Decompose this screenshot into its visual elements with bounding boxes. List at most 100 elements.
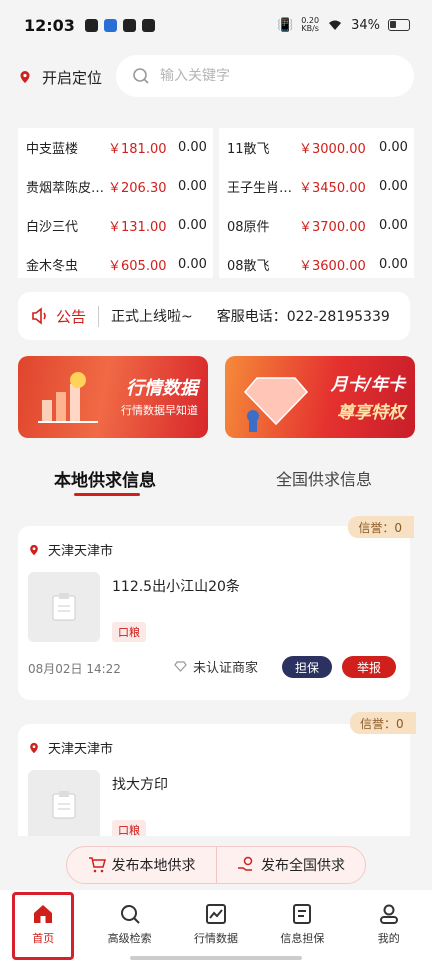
price-name: 11散飞 [227, 142, 270, 157]
top-row: 开启定位 [0, 55, 432, 99]
customer-service-phone[interactable]: 客服电话：022-28195339 [217, 306, 390, 326]
location-pin-icon [30, 742, 38, 753]
price-value: ￥131.00 [108, 220, 167, 235]
home-icon [34, 905, 53, 923]
notice-label: 公告 [56, 305, 100, 327]
nav-label: 我的 [377, 932, 400, 945]
publish-national-button[interactable]: 发布全国供求 [216, 847, 365, 883]
price-change: 0.00 [379, 140, 408, 155]
price-name: 贵烟萃陈皮… [26, 181, 105, 196]
price-value: ￥605.00 [108, 259, 167, 274]
search-icon [133, 68, 149, 84]
status-bar: 12:03 📳 0.20 KB/s 34% [0, 0, 432, 50]
price-value: ￥3700.00 [299, 220, 366, 235]
nav-home[interactable]: 首页 [0, 890, 86, 964]
price-name: 08散飞 [227, 259, 270, 274]
document-icon [293, 904, 312, 924]
clipboard-placeholder-icon [52, 593, 76, 621]
notice-bar[interactable]: 公告 正式上线啦~ 客服电话：022-28195339 [18, 292, 410, 340]
home-indicator[interactable] [130, 956, 302, 960]
location-label: 开启定位 [42, 68, 103, 87]
listing-title: 找大方印 [112, 777, 168, 793]
user-icon [379, 904, 398, 924]
price-change: 0.00 [379, 179, 408, 194]
price-name: 金木冬虫 [26, 259, 79, 274]
tab-local-supply[interactable]: 本地供求信息 [54, 466, 156, 491]
price-change: 0.00 [178, 179, 207, 194]
listing-card[interactable]: 天津天津市 找大方印 口粮 [18, 724, 410, 836]
report-button[interactable]: 举报 [342, 656, 396, 678]
price-column-left: 中支蓝楼 ￥181.00 0.00 贵烟萃陈皮… ￥206.30 0.00 白沙… [18, 128, 213, 278]
listing-date: 08月02日 14:22 [28, 662, 121, 676]
price-value: ￥206.30 [108, 181, 167, 196]
status-time: 12:03 [24, 15, 75, 35]
publish-bar: 发布本地供求 发布全国供求 [66, 846, 366, 884]
category-tag: 口粮 [112, 622, 146, 642]
price-change: 0.00 [178, 257, 207, 272]
nav-label: 高级检索 [107, 932, 152, 945]
notification-icons [84, 18, 155, 32]
price-change: 0.00 [178, 140, 207, 155]
location-pin-icon [30, 544, 38, 555]
listing-thumbnail[interactable] [28, 572, 100, 642]
notice-text: 正式上线啦~ [111, 309, 193, 325]
price-row[interactable]: 贵烟萃陈皮… ￥206.30 0.00 [26, 167, 213, 206]
nav-label: 首页 [32, 932, 55, 945]
guarantee-button[interactable]: 担保 [282, 656, 332, 678]
market-data-banner[interactable]: 行情数据 行情数据早知道 [18, 356, 208, 438]
banner-row: 行情数据 行情数据早知道 月卡/年卡 尊享特权 [18, 356, 415, 438]
battery-text: 34% [351, 17, 380, 33]
search-icon [120, 905, 140, 924]
category-tag: 口粮 [112, 820, 146, 836]
status-right: 📳 0.20 KB/s 34% [277, 17, 410, 33]
message-icon [141, 18, 155, 32]
nav-profile[interactable]: 我的 [346, 890, 432, 964]
listing-title: 112.5出小江山20条 [112, 579, 240, 595]
market-chart-illustration-icon [38, 372, 98, 423]
banner-title: 行情数据 [126, 378, 198, 399]
nav-market-data[interactable]: 行情数据 [173, 890, 259, 964]
listing-card[interactable]: 信誉：0 天津天津市 112.5出小江山20条 口粮 08月02日 14:22 … [18, 516, 414, 700]
location-button[interactable]: 开启定位 [18, 67, 102, 88]
price-change: 0.00 [379, 218, 408, 233]
bottom-nav: 首页 高级检索 行情数据 信息担保 我的 [0, 890, 432, 964]
nav-label: 信息担保 [280, 932, 325, 945]
diamond-icon [174, 661, 187, 672]
listing-location: 天津天津市 [28, 738, 113, 757]
price-row[interactable]: 白沙三代 ￥131.00 0.00 [26, 206, 213, 245]
nav-advanced-search[interactable]: 高级检索 [86, 890, 172, 964]
diamond-illustration-icon [243, 377, 309, 432]
chart-icon [205, 904, 226, 924]
price-name: 中支蓝楼 [26, 142, 79, 157]
price-row[interactable]: 金木冬虫 ￥605.00 0.00 [26, 245, 213, 284]
nav-label: 行情数据 [193, 932, 238, 945]
banner-subtitle: 尊享特权 [337, 403, 405, 423]
publish-local-button[interactable]: 发布本地供求 [67, 847, 216, 883]
price-value: ￥3600.00 [299, 259, 366, 274]
price-value: ￥181.00 [108, 142, 167, 157]
tab-national-supply[interactable]: 全国供求信息 [276, 466, 372, 490]
battery-icon [388, 19, 410, 31]
price-name: 白沙三代 [26, 220, 79, 235]
price-row[interactable]: 08散飞 ￥3600.00 0.00 [227, 245, 414, 284]
merchant-status-text: 未认证商家 [193, 661, 259, 676]
price-value: ￥3450.00 [299, 181, 366, 196]
net-speed: 0.20 KB/s [301, 17, 319, 33]
nav-guarantee[interactable]: 信息担保 [259, 890, 345, 964]
merchant-status: 未认证商家 [174, 657, 258, 676]
search-bar[interactable] [116, 55, 414, 97]
membership-banner[interactable]: 月卡/年卡 尊享特权 [225, 356, 415, 438]
app-notification-icon [103, 18, 117, 32]
tiktok-icon [84, 18, 98, 32]
price-row[interactable]: 08原件 ￥3700.00 0.00 [227, 206, 414, 245]
active-tab-indicator [74, 493, 140, 496]
publish-national-label: 发布全国供求 [261, 858, 345, 874]
price-row[interactable]: 11散飞 ￥3000.00 0.00 [227, 128, 414, 167]
cart-icon [88, 857, 106, 873]
banner-subtitle: 行情数据早知道 [121, 404, 198, 417]
search-input[interactable] [160, 68, 390, 84]
listing-thumbnail[interactable] [28, 770, 100, 836]
wifi-icon [329, 20, 342, 30]
price-row[interactable]: 王子生肖… ￥3450.00 0.00 [227, 167, 414, 206]
price-row[interactable]: 中支蓝楼 ￥181.00 0.00 [26, 128, 213, 167]
